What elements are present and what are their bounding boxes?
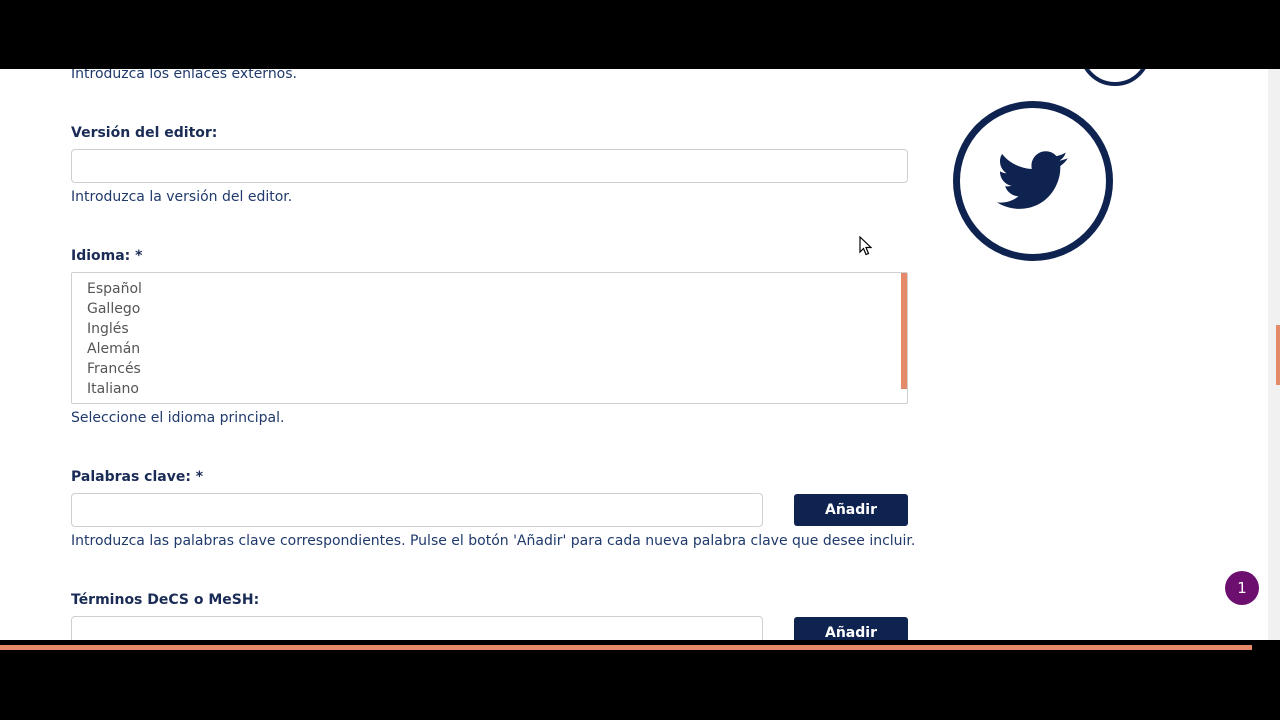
language-select-scrollbar[interactable]	[901, 273, 907, 389]
external-links-help: Introduzca los enlaces externos.	[71, 69, 297, 82]
progress-bar	[0, 645, 1252, 650]
language-option[interactable]: Gallego	[87, 300, 907, 320]
editor-version-label: Versión del editor:	[71, 125, 218, 141]
decs-mesh-label: Términos DeCS o MeSH:	[71, 592, 260, 608]
language-option[interactable]: Italiano	[87, 380, 907, 400]
social-circle-icon[interactable]	[1079, 69, 1151, 86]
language-option[interactable]: Español	[87, 280, 907, 300]
form-page: Introduzca los enlaces externos. Versión…	[0, 69, 1280, 640]
twitter-link[interactable]	[953, 101, 1113, 261]
keywords-label: Palabras clave: *	[71, 469, 204, 485]
twitter-icon	[997, 151, 1068, 209]
keywords-input[interactable]	[71, 493, 763, 527]
decs-mesh-input[interactable]	[71, 616, 763, 640]
mouse-cursor-icon	[859, 236, 873, 256]
language-option[interactable]: Francés	[87, 360, 907, 380]
keywords-help: Introduzca las palabras clave correspond…	[71, 533, 916, 549]
page-scrollbar[interactable]	[1268, 69, 1280, 640]
editor-version-help: Introduzca la versión del editor.	[71, 189, 293, 205]
language-option[interactable]: Inglés	[87, 320, 907, 340]
language-help: Seleccione el idioma principal.	[71, 410, 285, 426]
add-decs-button[interactable]: Añadir	[794, 617, 908, 640]
editor-version-input[interactable]	[71, 149, 908, 183]
language-select[interactable]: Español Gallego Inglés Alemán Francés It…	[71, 272, 908, 404]
page-scrollbar-thumb[interactable]	[1276, 325, 1280, 385]
language-label: Idioma: *	[71, 248, 143, 264]
language-option[interactable]: Alemán	[87, 340, 907, 360]
notification-badge[interactable]: 1	[1225, 571, 1259, 605]
add-keyword-button[interactable]: Añadir	[794, 494, 908, 526]
